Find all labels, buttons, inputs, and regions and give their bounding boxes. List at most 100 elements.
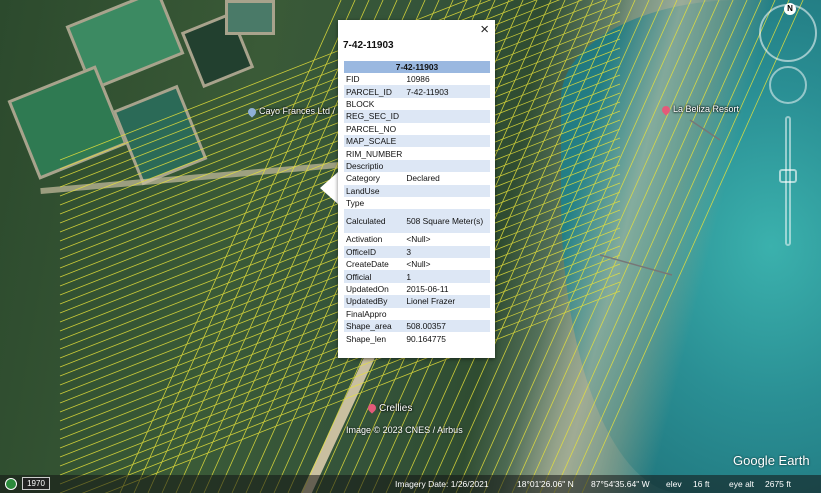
attribute-value <box>404 98 490 110</box>
attribute-key: MAP_SCALE <box>344 134 405 148</box>
popup-pointer <box>320 172 338 204</box>
attribute-key: PARCEL_ID <box>344 85 405 98</box>
parcel-line <box>539 0 762 493</box>
attribute-key: Shape_len <box>346 333 387 344</box>
parcel-line <box>553 0 776 493</box>
attribute-key: REG_SEC_ID <box>344 110 405 123</box>
elevation-readout: 16 ft <box>693 479 710 489</box>
attribute-key: CreateDate <box>346 259 389 270</box>
place-label-text: Crellies <box>379 403 413 414</box>
table-row: Category Declared <box>344 172 490 184</box>
attribute-key: Type <box>346 198 365 209</box>
zoom-slider-handle[interactable] <box>779 169 797 183</box>
place-label-text: La Beliza Resort <box>673 104 740 114</box>
table-row: CreateDate <Null> <box>344 258 490 270</box>
navigation-controls[interactable]: N <box>759 3 817 284</box>
table-row: Activation <Null> <box>344 233 490 245</box>
table-row: PARCEL_ID 7-42-11903 <box>344 85 490 98</box>
longitude-readout: 87°54'35.64" W <box>591 479 650 489</box>
table-row: FinalAppro <box>344 308 490 320</box>
attribute-value: 7-42-11903 <box>404 85 490 98</box>
attribute-value: 10986 <box>406 74 430 85</box>
place-label-text: Cayo Frances Ltd / ... <box>259 106 346 116</box>
table-row: REG_SEC_ID <box>344 110 490 123</box>
table-row: Shape_len 90.164775 <box>344 332 490 344</box>
attribute-key: FID <box>346 74 360 85</box>
attribute-value: <Null> <box>406 259 431 270</box>
table-row: UpdatedOn 2015-06-11 <box>344 283 490 295</box>
attribute-key: UpdatedBy <box>344 295 405 308</box>
parcel-line <box>511 0 734 493</box>
attribute-value <box>404 184 490 197</box>
north-indicator[interactable]: N <box>784 3 796 15</box>
historical-year-button[interactable]: 1970 <box>22 477 50 490</box>
status-bar: 1970 Imagery Date: 1/26/2021 18°01'26.06… <box>0 475 821 493</box>
eye-alt-label: eye alt <box>729 479 755 489</box>
parcel-info-popup: × 7-42-11903 7-42-11903 FID 10986 PARCEL_I… <box>338 20 495 358</box>
place-pin-icon <box>366 402 378 415</box>
compass-ring[interactable]: N <box>759 3 817 62</box>
attribute-key: Category <box>346 173 380 184</box>
attribute-value: Declared <box>406 173 440 184</box>
attribute-key: OfficeID <box>344 245 405 259</box>
place-pin-icon <box>246 105 258 118</box>
table-row: Official 1 <box>344 270 490 283</box>
attribute-key: UpdatedOn <box>346 284 389 295</box>
attribute-value: <Null> <box>406 234 431 245</box>
pier <box>689 119 721 141</box>
table-row: Calculated 508 Square Meter(s) <box>344 209 490 234</box>
resort-pin-icon <box>660 103 672 116</box>
attribute-value <box>404 159 490 173</box>
latitude-readout: 18°01'26.06" N <box>517 479 574 489</box>
attribute-value: 90.164775 <box>406 333 446 344</box>
place-label-cayo[interactable]: Cayo Frances Ltd / ... <box>246 105 346 118</box>
imagery-copyright: Image © 2023 CNES / Airbus <box>346 425 463 435</box>
clock-icon[interactable] <box>5 478 17 490</box>
popup-title: 7-42-11903 <box>343 40 394 51</box>
attribute-value: 508 Square Meter(s) <box>404 209 490 234</box>
attribute-key: LandUse <box>344 184 405 197</box>
close-icon[interactable]: × <box>480 22 489 38</box>
attribute-value: 3 <box>404 245 490 259</box>
google-earth-logo: Google Earth <box>733 453 810 468</box>
table-row: BLOCK <box>344 98 490 110</box>
imagery-date: Imagery Date: 1/26/2021 <box>395 479 489 489</box>
attribute-key: Official <box>344 270 405 283</box>
place-label-resort[interactable]: La Beliza Resort <box>660 103 740 116</box>
table-header: 7-42-11903 <box>344 61 490 73</box>
place-label-crellies[interactable]: Crellies <box>366 402 413 415</box>
attribute-value: 1 <box>404 270 490 283</box>
table-row: UpdatedBy Lionel Frazer <box>344 295 490 308</box>
look-joystick[interactable] <box>769 66 807 104</box>
table-row: Descriptio <box>344 159 490 173</box>
table-row: RIM_NUMBER <box>344 147 490 159</box>
eye-altitude-readout: 2675 ft <box>765 479 791 489</box>
table-row: FID 10986 <box>344 73 490 85</box>
attribute-value <box>404 147 490 159</box>
attribute-value: Lionel Frazer <box>404 295 490 308</box>
table-row: MAP_SCALE <box>344 134 490 148</box>
attribute-value: 2015-06-11 <box>406 284 449 295</box>
table-row: Shape_area 508.00357 <box>344 320 490 333</box>
attribute-value <box>404 197 490 209</box>
attribute-key: FinalAppro <box>346 308 387 319</box>
elev-label: elev <box>666 479 682 489</box>
table-row: LandUse <box>344 184 490 197</box>
attribute-key: RIM_NUMBER <box>346 148 403 159</box>
parcel-line <box>497 0 720 493</box>
attribute-key: PARCEL_NO <box>346 123 397 134</box>
attribute-key: Calculated <box>344 209 405 234</box>
parcel-line <box>525 0 748 493</box>
attribute-key: BLOCK <box>346 98 375 109</box>
attribute-key: Shape_area <box>344 320 405 333</box>
attribute-table: 7-42-11903 FID 10986 PARCEL_ID 7-42-11903 BL… <box>344 61 490 345</box>
attribute-key: Activation <box>346 234 383 245</box>
attribute-value: 508.00357 <box>404 320 490 333</box>
attribute-key: Descriptio <box>344 159 405 173</box>
attribute-value <box>404 123 490 135</box>
attribute-value <box>404 134 490 148</box>
attribute-value <box>404 308 490 320</box>
attribute-value <box>404 110 490 123</box>
table-row: OfficeID 3 <box>344 245 490 259</box>
parcel-line <box>119 0 342 493</box>
